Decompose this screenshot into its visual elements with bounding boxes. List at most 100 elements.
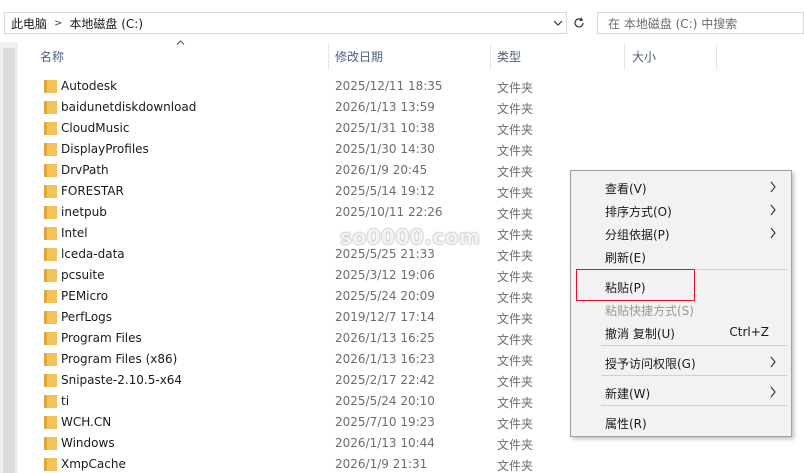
file-name: XmpCache <box>61 457 126 471</box>
file-type: 文件夹 <box>497 396 534 410</box>
file-modified-date: 2025/10/11 22:26 <box>335 205 443 219</box>
table-row[interactable]: PerfLogs 2019/12/7 17:14 文件夹 <box>40 307 570 328</box>
column-divider[interactable] <box>624 44 625 70</box>
menu-item-group[interactable]: 分组依据(P) <box>571 222 791 244</box>
folder-icon <box>44 206 57 219</box>
menu-item-view[interactable]: 查看(V) <box>571 176 791 198</box>
file-type: 文件夹 <box>497 270 534 284</box>
column-header-date[interactable]: 修改日期 <box>335 42 490 70</box>
menu-item-refresh-label: 刷新(E) <box>605 251 646 265</box>
folder-icon <box>44 311 57 324</box>
folder-icon <box>44 122 57 135</box>
folder-icon <box>44 143 57 156</box>
table-row[interactable]: CloudMusic 2025/1/31 10:38 文件夹 <box>40 118 570 139</box>
chevron-right-icon <box>770 356 776 368</box>
chevron-right-icon <box>770 227 776 239</box>
file-type: 文件夹 <box>497 333 534 347</box>
file-type: 文件夹 <box>497 375 534 389</box>
folder-icon <box>44 416 57 429</box>
folder-icon <box>44 185 57 198</box>
column-header-name[interactable]: 名称 <box>40 42 328 70</box>
column-header-date-label: 修改日期 <box>335 49 384 64</box>
breadcrumb-separator-icon[interactable]: > <box>54 18 62 29</box>
menu-item-new[interactable]: 新建(W) <box>571 381 791 403</box>
search-placeholder: 在 本地磁盘 (C:) 中搜索 <box>608 16 738 31</box>
file-name: Windows <box>61 436 115 450</box>
scrollbar-thumb[interactable] <box>3 48 15 473</box>
file-modified-date: 2025/5/24 20:09 <box>335 289 435 303</box>
folder-icon <box>44 437 57 450</box>
table-row[interactable]: Autodesk 2025/12/11 18:35 文件夹 <box>40 76 570 97</box>
file-modified-date: 2025/1/31 10:38 <box>335 121 435 135</box>
menu-item-undo-shortcut: Ctrl+Z <box>729 325 769 339</box>
address-dropdown-icon[interactable] <box>550 14 566 32</box>
chevron-right-icon <box>770 181 776 193</box>
address-row: 此电脑 > 本地磁盘 (C:) 在 本地磁盘 (C:) 中搜索 <box>0 0 804 42</box>
menu-item-undo-copy[interactable]: 撤消 复制(U) Ctrl+Z <box>571 321 791 343</box>
menu-item-sort[interactable]: 排序方式(O) <box>571 199 791 221</box>
folder-icon <box>44 458 57 471</box>
file-modified-date: 2025/5/14 19:12 <box>335 184 435 198</box>
menu-item-refresh[interactable]: 刷新(E) <box>571 245 791 267</box>
file-type: 文件夹 <box>497 144 534 158</box>
table-row[interactable]: Windows 2026/1/13 10:44 文件夹 <box>40 433 570 454</box>
file-name: DisplayProfiles <box>61 142 149 156</box>
table-row[interactable]: FORESTAR 2025/5/14 19:12 文件夹 <box>40 181 570 202</box>
folder-icon <box>44 248 57 261</box>
search-input[interactable]: 在 本地磁盘 (C:) 中搜索 <box>597 12 804 34</box>
table-row[interactable]: WCH.CN 2025/7/10 19:23 文件夹 <box>40 412 570 433</box>
file-name: Snipaste-2.10.5-x64 <box>61 373 183 387</box>
menu-separator <box>601 375 787 376</box>
folder-icon <box>44 227 57 240</box>
file-name: pcsuite <box>61 268 105 282</box>
table-row[interactable]: baidunetdiskdownload 2026/1/13 13:59 文件夹 <box>40 97 570 118</box>
menu-item-grant-access[interactable]: 授予访问权限(G) <box>571 351 791 373</box>
file-modified-date: 2026/1/9 21:31 <box>335 457 428 471</box>
table-row[interactable]: XmpCache 2026/1/9 21:31 文件夹 <box>40 454 570 473</box>
file-modified-date: 2026/1/13 13:59 <box>335 100 435 114</box>
context-menu: 查看(V) 排序方式(O) 分组依据(P) 刷新(E) 粘贴(P) 粘贴快捷方式… <box>570 170 792 437</box>
address-bar[interactable]: 此电脑 > 本地磁盘 (C:) <box>4 12 567 34</box>
menu-item-properties[interactable]: 属性(R) <box>571 411 791 433</box>
breadcrumb-this-pc[interactable]: 此电脑 <box>11 15 47 32</box>
file-name: Intel <box>61 226 88 240</box>
table-row[interactable]: inetpub 2025/10/11 22:26 文件夹 <box>40 202 570 223</box>
file-modified-date: 2025/7/10 19:23 <box>335 415 435 429</box>
file-name: baidunetdiskdownload <box>61 100 197 114</box>
table-row[interactable]: Intel 文件夹 <box>40 223 570 244</box>
file-modified-date: 2025/12/11 18:35 <box>335 79 443 93</box>
file-type: 文件夹 <box>497 354 534 368</box>
file-name: PerfLogs <box>61 310 113 324</box>
table-row[interactable]: PEMicro 2025/5/24 20:09 文件夹 <box>40 286 570 307</box>
table-row[interactable]: Snipaste-2.10.5-x64 2025/2/17 22:42 文件夹 <box>40 370 570 391</box>
refresh-icon[interactable] <box>569 12 589 34</box>
chevron-right-icon <box>770 204 776 216</box>
folder-icon <box>44 395 57 408</box>
table-row[interactable]: Program Files (x86) 2026/1/13 16:23 文件夹 <box>40 349 570 370</box>
column-divider[interactable] <box>716 44 717 70</box>
breadcrumb-local-disk[interactable]: 本地磁盘 (C:) <box>69 15 143 32</box>
table-row[interactable]: Program Files 2026/1/13 16:25 文件夹 <box>40 328 570 349</box>
file-name: ti <box>61 394 70 408</box>
file-type: 文件夹 <box>497 81 534 95</box>
table-row[interactable]: lceda-data 2025/5/25 21:33 文件夹 <box>40 244 570 265</box>
file-type: 文件夹 <box>497 291 534 305</box>
column-header-name-label: 名称 <box>40 49 65 64</box>
column-divider[interactable] <box>490 44 491 70</box>
table-row[interactable]: pcsuite 2025/3/12 19:06 文件夹 <box>40 265 570 286</box>
file-name: Program Files <box>61 331 142 345</box>
navigation-pane-scrollbar[interactable] <box>0 42 18 473</box>
file-type: 文件夹 <box>497 165 534 179</box>
file-modified-date: 2026/1/13 10:44 <box>335 436 435 450</box>
file-type: 文件夹 <box>497 249 534 263</box>
menu-item-paste-shortcut-label: 粘贴快捷方式(S) <box>605 304 694 318</box>
table-row[interactable]: DisplayProfiles 2025/1/30 14:30 文件夹 <box>40 139 570 160</box>
menu-item-paste-shortcut[interactable]: 粘贴快捷方式(S) <box>571 298 791 320</box>
table-row[interactable]: DrvPath 2026/1/9 20:45 文件夹 <box>40 160 570 181</box>
folder-icon <box>44 353 57 366</box>
column-header-type[interactable]: 类型 <box>497 42 624 70</box>
column-header-size[interactable]: 大小 <box>632 42 716 70</box>
menu-item-new-label: 新建(W) <box>605 387 651 401</box>
column-divider[interactable] <box>328 44 329 70</box>
table-row[interactable]: ti 2025/5/24 20:10 文件夹 <box>40 391 570 412</box>
